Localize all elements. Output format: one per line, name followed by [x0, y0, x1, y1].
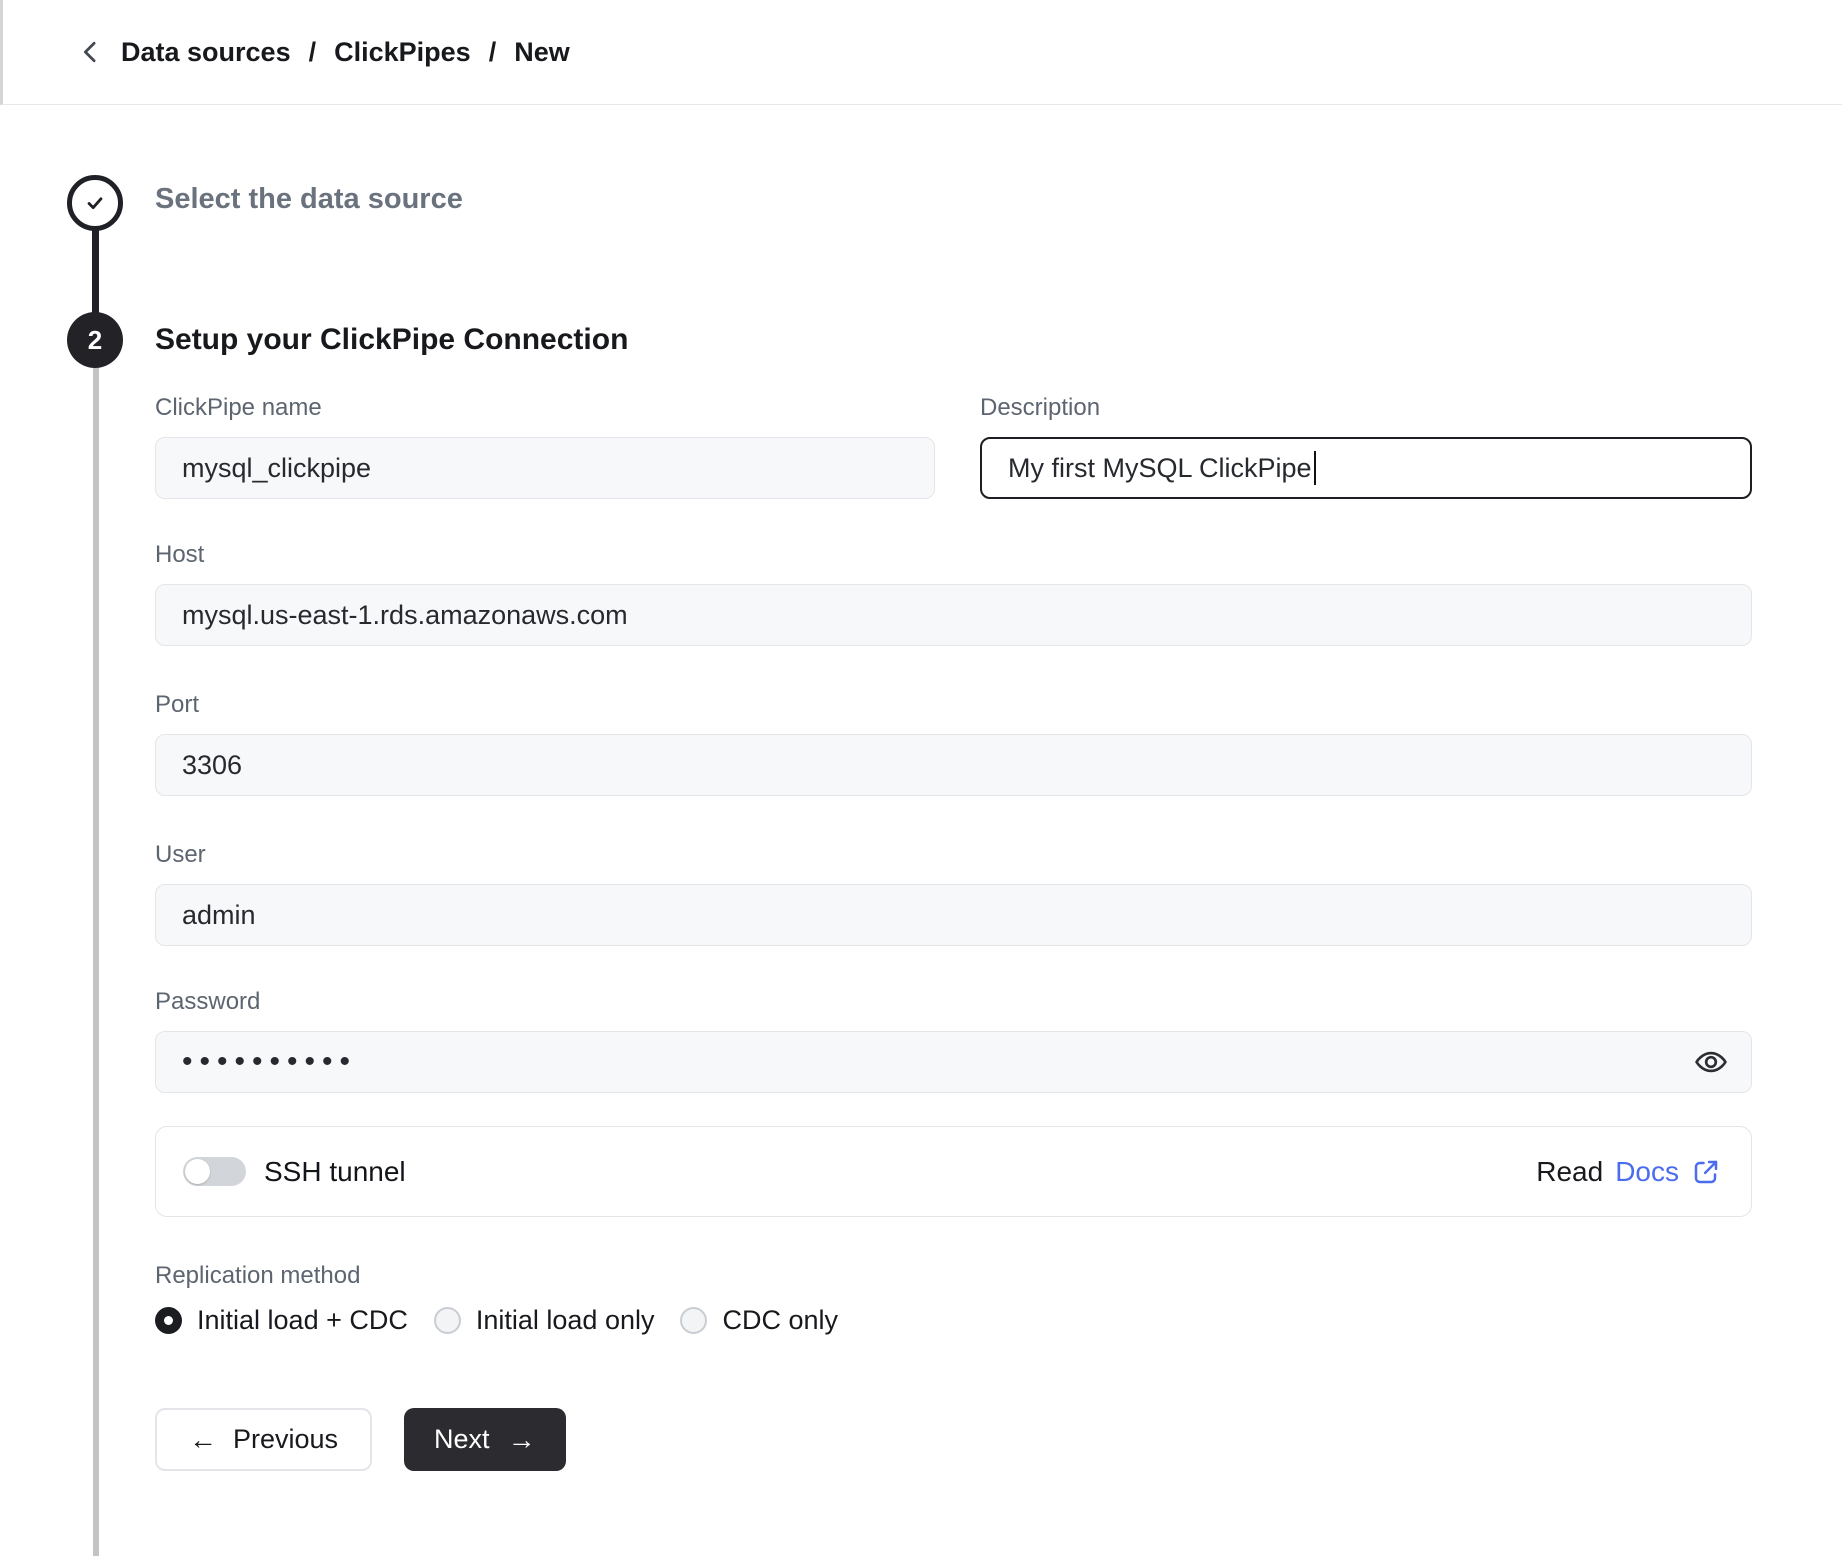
stepper-connector-complete — [92, 227, 99, 319]
description-value: My first MySQL ClickPipe — [1008, 453, 1312, 484]
port-input[interactable]: 3306 — [155, 734, 1752, 796]
text-cursor — [1314, 451, 1316, 485]
replication-options: Initial load + CDC Initial load only CDC… — [155, 1305, 1752, 1336]
description-input[interactable]: My first MySQL ClickPipe — [980, 437, 1752, 499]
radio-initial-load-cdc[interactable]: Initial load + CDC — [155, 1305, 408, 1336]
toggle-knob — [185, 1159, 210, 1184]
password-field: Password •••••••••• — [155, 987, 1752, 1093]
wizard-body: 2 Select the data source Setup your Clic… — [0, 105, 1842, 1556]
clickpipe-name-label: ClickPipe name — [155, 393, 935, 423]
step-2-title: Setup your ClickPipe Connection — [155, 322, 1752, 358]
password-input[interactable]: •••••••••• — [155, 1031, 1752, 1093]
breadcrumb-separator: / — [309, 37, 317, 68]
host-field: Host mysql.us-east-1.rds.amazonaws.com — [155, 540, 1752, 646]
breadcrumb-item-clickpipes[interactable]: ClickPipes — [334, 37, 471, 68]
eye-icon — [1694, 1045, 1728, 1079]
port-value: 3306 — [182, 750, 242, 781]
port-field: Port 3306 — [155, 690, 1752, 796]
check-icon — [82, 190, 108, 216]
external-link-icon — [1691, 1157, 1721, 1187]
replication-method-label: Replication method — [155, 1261, 1752, 1291]
next-button-label: Next — [434, 1424, 490, 1455]
ssh-tunnel-label: SSH tunnel — [264, 1156, 406, 1188]
user-input[interactable]: admin — [155, 884, 1752, 946]
radio-unselected-icon — [680, 1307, 707, 1334]
radio-label: Initial load + CDC — [197, 1305, 408, 1336]
breadcrumb-item-new: New — [514, 37, 570, 68]
radio-initial-load-only[interactable]: Initial load only — [434, 1305, 655, 1336]
user-value: admin — [182, 900, 256, 931]
previous-button[interactable]: ← Previous — [155, 1408, 372, 1471]
arrow-right-icon: → — [508, 1426, 536, 1454]
breadcrumb-bar: Data sources / ClickPipes / New — [0, 0, 1842, 105]
breadcrumb: Data sources / ClickPipes / New — [121, 37, 570, 68]
radio-unselected-icon — [434, 1307, 461, 1334]
step-1-title: Select the data source — [155, 105, 1752, 217]
breadcrumb-separator: / — [489, 37, 497, 68]
next-button[interactable]: Next → — [404, 1408, 566, 1471]
step-2-indicator: 2 — [67, 312, 123, 368]
host-input[interactable]: mysql.us-east-1.rds.amazonaws.com — [155, 584, 1752, 646]
clickpipe-name-value: mysql_clickpipe — [182, 453, 371, 484]
radio-selected-icon — [155, 1307, 182, 1334]
clickpipe-name-input[interactable]: mysql_clickpipe — [155, 437, 935, 499]
password-label: Password — [155, 987, 1752, 1017]
radio-label: Initial load only — [476, 1305, 655, 1336]
reveal-password-button[interactable] — [1694, 1045, 1728, 1079]
previous-button-label: Previous — [233, 1424, 338, 1455]
description-label: Description — [980, 393, 1752, 423]
ssh-tunnel-toggle[interactable] — [183, 1157, 246, 1186]
chevron-left-icon — [76, 37, 106, 67]
back-button[interactable] — [73, 34, 109, 70]
description-field: Description My first MySQL ClickPipe — [980, 393, 1752, 499]
arrow-left-icon: ← — [189, 1426, 217, 1454]
user-field: User admin — [155, 840, 1752, 946]
ssh-tunnel-panel: SSH tunnel Read Docs — [155, 1126, 1752, 1217]
port-label: Port — [155, 690, 1752, 720]
stepper-connector-pending — [93, 363, 99, 1556]
clickpipe-name-field: ClickPipe name mysql_clickpipe — [155, 393, 935, 499]
host-value: mysql.us-east-1.rds.amazonaws.com — [182, 600, 628, 631]
step-1-indicator — [67, 175, 123, 231]
read-text: Read — [1536, 1156, 1603, 1188]
breadcrumb-item-data-sources[interactable]: Data sources — [121, 37, 291, 68]
docs-link-label: Docs — [1615, 1156, 1679, 1188]
radio-label: CDC only — [722, 1305, 838, 1336]
host-label: Host — [155, 540, 1752, 570]
step-2-number: 2 — [88, 325, 102, 356]
password-masked-value: •••••••••• — [182, 1045, 357, 1079]
radio-cdc-only[interactable]: CDC only — [680, 1305, 838, 1336]
docs-link[interactable]: Docs — [1615, 1156, 1721, 1188]
user-label: User — [155, 840, 1752, 870]
replication-method-field: Replication method — [155, 1261, 1752, 1291]
